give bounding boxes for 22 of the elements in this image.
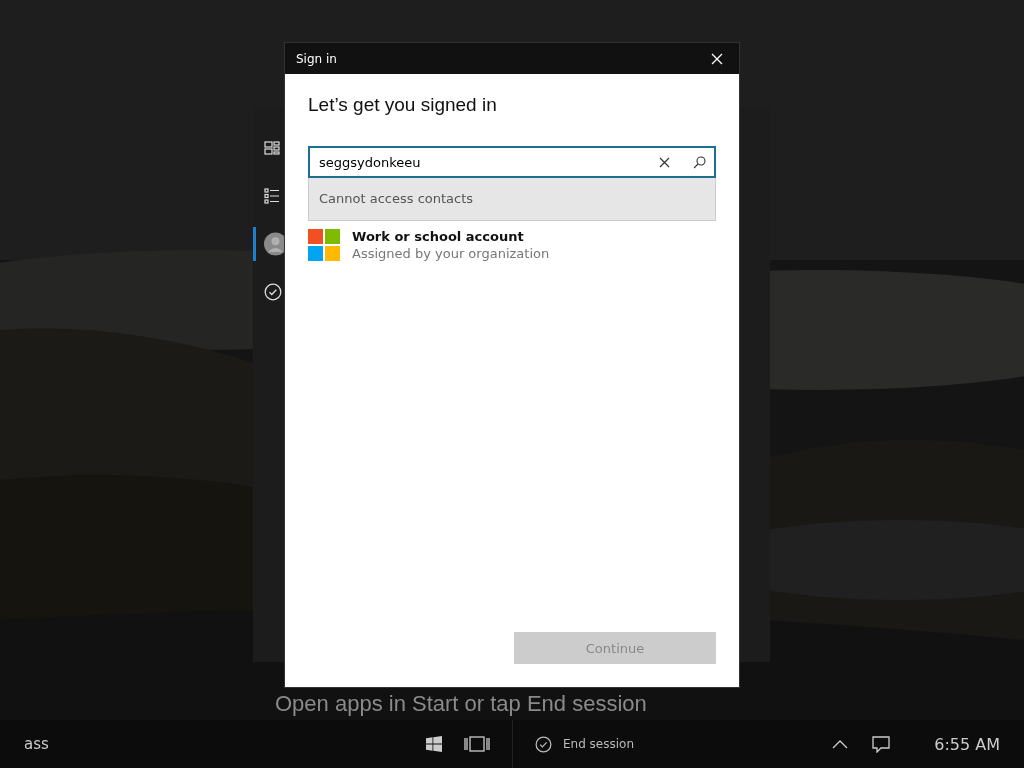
clock[interactable]: 6:55 AM (934, 734, 1000, 754)
account-subtitle: Assigned by your organization (352, 246, 550, 261)
search-field[interactable]: seggsydonkeeu (308, 146, 716, 178)
search-icon[interactable] (693, 155, 706, 169)
check-circle-icon (264, 283, 282, 301)
account-title[interactable]: Work or school account (352, 229, 550, 244)
hint-text: Open apps in Start or tap End session (275, 691, 647, 717)
list-icon (264, 188, 280, 204)
windows-start-icon[interactable] (426, 736, 442, 752)
user-name: ass (23, 735, 50, 753)
window-title: Sign in (296, 51, 337, 66)
end-session-button[interactable]: End session (535, 735, 635, 753)
check-circle-icon (535, 735, 552, 753)
clear-icon[interactable] (659, 156, 670, 168)
windows-logo-icon (308, 229, 340, 261)
chevron-up-icon[interactable] (832, 739, 849, 749)
dialog-heading: Let’s get you signed in (308, 94, 498, 116)
notification-icon[interactable] (872, 735, 891, 753)
grid-icon (264, 140, 280, 156)
close-icon (711, 52, 723, 65)
suggestion-item[interactable]: Cannot access contacts (308, 178, 716, 221)
task-view-icon[interactable] (464, 735, 490, 753)
